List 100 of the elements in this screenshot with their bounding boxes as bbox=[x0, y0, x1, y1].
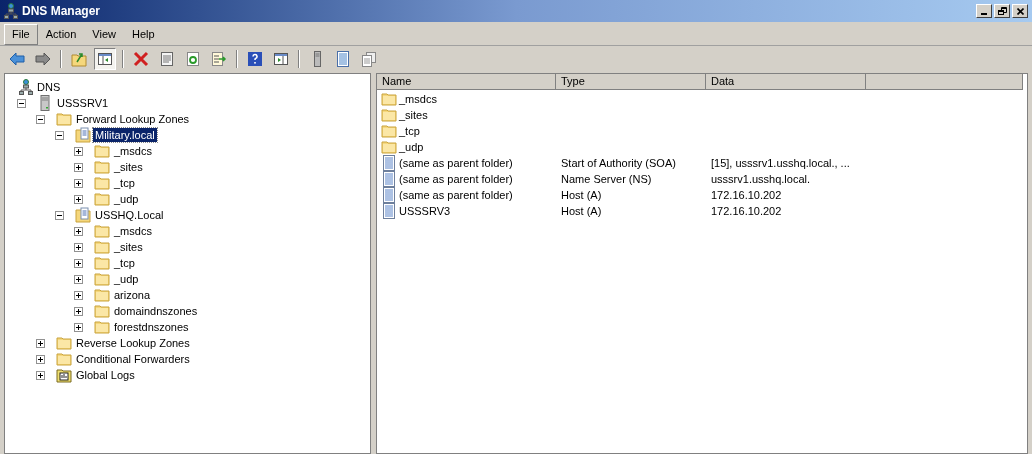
folder-document-icon bbox=[75, 127, 91, 143]
expand-toggle[interactable] bbox=[36, 338, 45, 348]
tree-item[interactable]: USSSRV1 bbox=[55, 96, 111, 110]
column-header[interactable]: Name bbox=[377, 74, 556, 90]
expand-toggle[interactable] bbox=[74, 146, 83, 156]
type-cell: Name Server (NS) bbox=[561, 172, 652, 185]
expand-toggle[interactable] bbox=[74, 178, 83, 188]
name-cell[interactable]: _sites bbox=[399, 106, 428, 124]
name-cell[interactable]: _msdcs bbox=[399, 90, 437, 108]
collapse-toggle[interactable] bbox=[36, 114, 45, 124]
folder-icon bbox=[94, 160, 110, 174]
expand-toggle[interactable] bbox=[74, 242, 83, 252]
restore-icon bbox=[997, 7, 1007, 15]
tree-item[interactable]: _sites bbox=[112, 160, 145, 174]
menu-item[interactable]: Action bbox=[37, 23, 85, 45]
folder-icon bbox=[381, 124, 397, 138]
tree-item[interactable]: Reverse Lookup Zones bbox=[74, 336, 192, 350]
name-cell[interactable]: (same as parent folder) bbox=[399, 154, 513, 172]
plus-icon bbox=[76, 260, 81, 266]
folder-icon bbox=[381, 92, 397, 106]
tree-item[interactable]: forestdnszones bbox=[112, 320, 191, 334]
minimize-button[interactable] bbox=[976, 4, 992, 18]
tree-item[interactable]: _tcp bbox=[112, 176, 137, 190]
forward-arrow-icon bbox=[35, 50, 51, 67]
name-cell[interactable]: (same as parent folder) bbox=[399, 170, 513, 188]
tree-item[interactable]: Conditional Forwarders bbox=[74, 352, 192, 366]
tree-item[interactable]: _msdcs bbox=[112, 224, 154, 238]
record-icon bbox=[382, 203, 396, 219]
tree-item[interactable]: _udp bbox=[112, 272, 141, 286]
plus-icon bbox=[76, 228, 81, 234]
expand-toggle[interactable] bbox=[74, 162, 83, 172]
tree-item[interactable]: arizona bbox=[112, 288, 153, 302]
tree-item[interactable]: _udp bbox=[112, 192, 141, 206]
expand-toggle[interactable] bbox=[74, 290, 83, 300]
export-list-icon bbox=[211, 50, 227, 67]
minus-icon bbox=[38, 116, 43, 122]
toolbar-button[interactable] bbox=[94, 47, 116, 70]
log-folder-icon bbox=[56, 367, 72, 383]
name-cell[interactable]: _udp bbox=[399, 138, 424, 156]
window-pane-icon bbox=[97, 50, 113, 67]
folder-icon bbox=[94, 320, 110, 334]
tree-item[interactable]: USSHQ.Local bbox=[93, 208, 166, 222]
folder-icon bbox=[94, 240, 110, 254]
plus-icon bbox=[76, 180, 81, 186]
plus-icon bbox=[38, 340, 43, 346]
collapse-toggle[interactable] bbox=[55, 130, 64, 140]
data-cell: 172.16.10.202 bbox=[711, 204, 782, 217]
tree-item[interactable]: Forward Lookup Zones bbox=[74, 112, 192, 126]
plus-icon bbox=[76, 292, 81, 298]
help-icon bbox=[247, 50, 263, 67]
restore-button[interactable] bbox=[994, 4, 1010, 18]
network-icon bbox=[4, 3, 18, 19]
expand-toggle[interactable] bbox=[36, 354, 45, 364]
data-cell: 172.16.10.202 bbox=[711, 188, 782, 201]
tree-item[interactable]: domaindnszones bbox=[112, 304, 200, 318]
tree-item[interactable]: _tcp bbox=[112, 256, 137, 270]
close-button[interactable] bbox=[1012, 4, 1028, 18]
expand-toggle[interactable] bbox=[74, 194, 83, 204]
plus-icon bbox=[76, 244, 81, 250]
expand-toggle[interactable] bbox=[74, 274, 83, 284]
plus-icon bbox=[76, 164, 81, 170]
column-header[interactable]: Type bbox=[556, 74, 706, 90]
column-header[interactable]: Data bbox=[706, 74, 866, 90]
folder-document-icon bbox=[75, 207, 91, 223]
column-header[interactable] bbox=[866, 74, 1023, 90]
folder-arrow-icon bbox=[71, 50, 87, 67]
tree-item[interactable]: DNS bbox=[35, 78, 63, 96]
data-cell: usssrv1.usshq.local. bbox=[711, 172, 811, 185]
name-cell[interactable]: _tcp bbox=[399, 122, 420, 140]
expand-toggle[interactable] bbox=[36, 370, 45, 380]
minus-icon bbox=[19, 100, 24, 106]
record-icon bbox=[382, 155, 396, 171]
expand-toggle[interactable] bbox=[74, 258, 83, 268]
refresh-icon bbox=[185, 50, 201, 67]
expand-toggle[interactable] bbox=[74, 226, 83, 236]
expand-toggle[interactable] bbox=[74, 306, 83, 316]
tree-item[interactable]: _sites bbox=[112, 240, 145, 254]
folder-icon bbox=[56, 336, 72, 350]
collapse-toggle[interactable] bbox=[55, 210, 64, 220]
folder-icon bbox=[94, 144, 110, 158]
record-icon bbox=[382, 171, 396, 187]
tree-item[interactable]: Global Logs bbox=[74, 368, 137, 382]
expand-toggle[interactable] bbox=[74, 322, 83, 332]
tree-item[interactable]: Military.local bbox=[93, 128, 157, 142]
menu-item[interactable]: File bbox=[4, 23, 38, 45]
menu-item[interactable]: View bbox=[84, 23, 124, 45]
folder-icon bbox=[94, 304, 110, 318]
close-icon bbox=[1016, 7, 1024, 15]
folder-icon bbox=[94, 288, 110, 302]
collapse-toggle[interactable] bbox=[17, 98, 26, 108]
server-icon bbox=[39, 95, 51, 111]
name-cell[interactable]: (same as parent folder) bbox=[399, 186, 513, 204]
type-cell: Start of Authority (SOA) bbox=[561, 156, 676, 169]
record-icon bbox=[382, 187, 396, 203]
tree-item[interactable]: _msdcs bbox=[112, 144, 154, 158]
folder-icon bbox=[381, 140, 397, 154]
name-cell[interactable]: USSSRV3 bbox=[399, 202, 451, 220]
menu-item[interactable]: Help bbox=[123, 23, 163, 45]
plus-icon bbox=[76, 148, 81, 154]
plus-icon bbox=[76, 308, 81, 314]
